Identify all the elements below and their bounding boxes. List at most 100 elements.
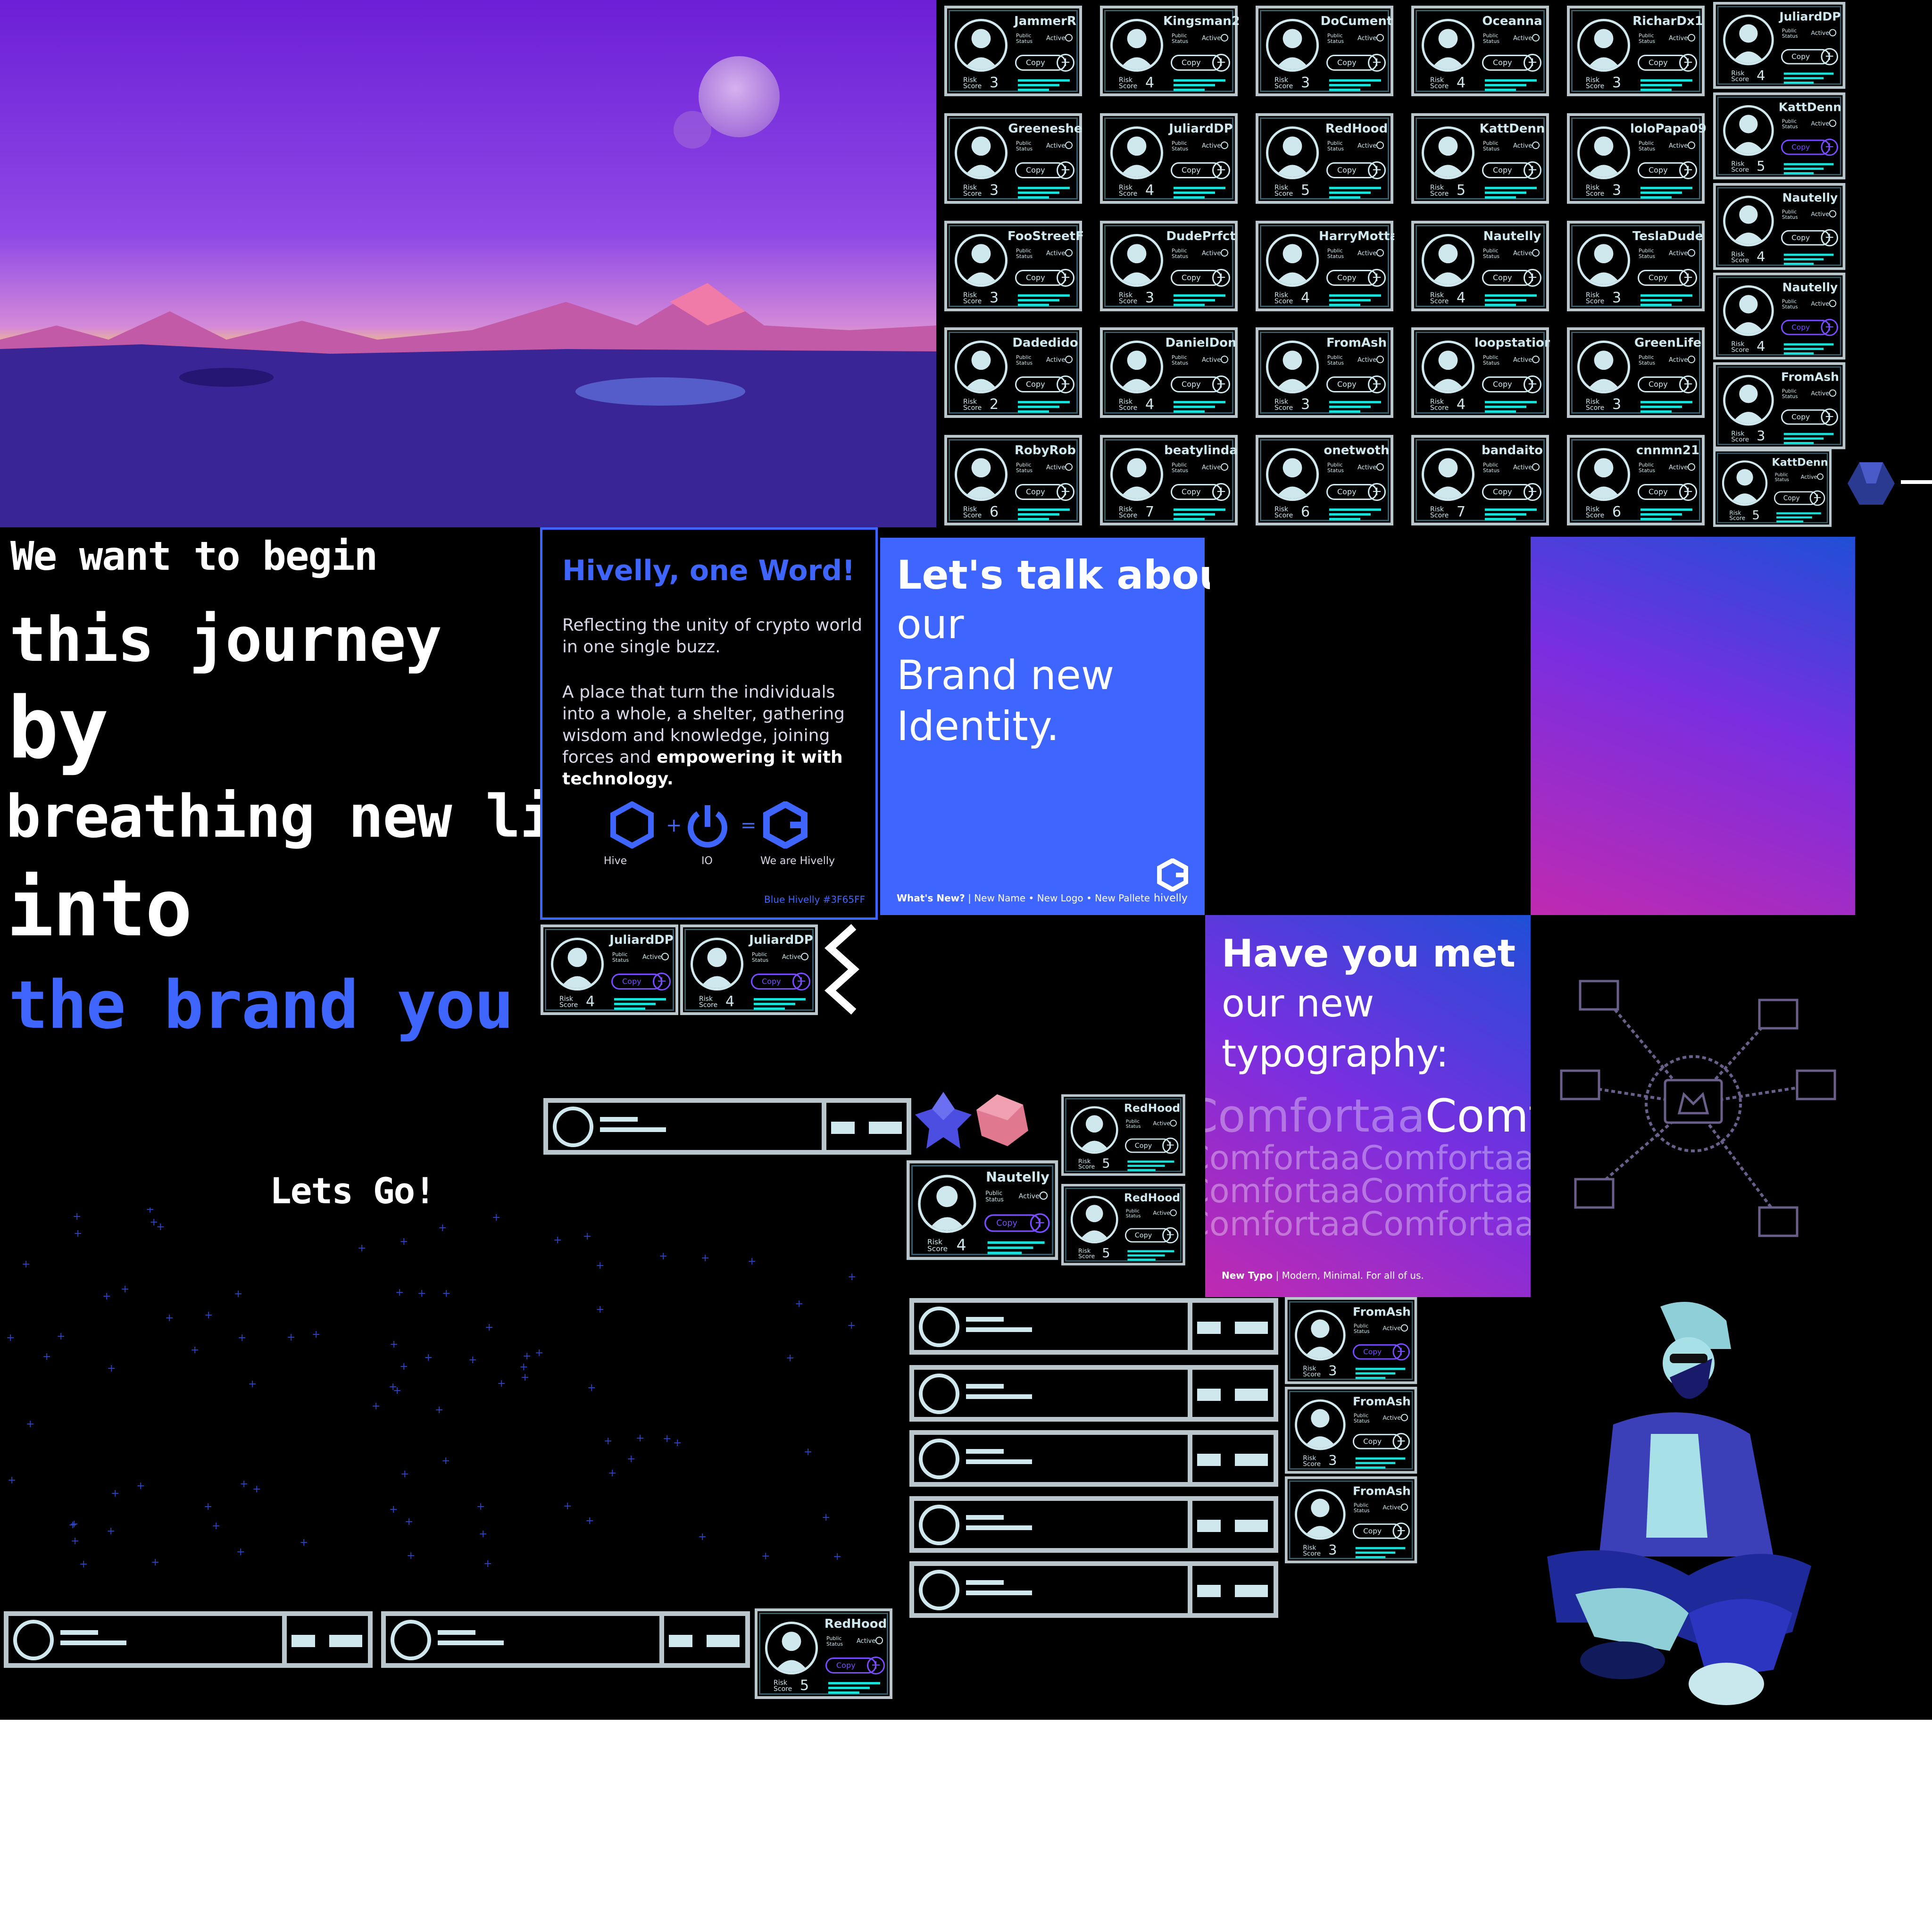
info-icon[interactable] — [1829, 389, 1837, 397]
add-icon[interactable]: + — [1821, 138, 1838, 156]
profile-card[interactable]: Nautelly Public Status Active Copy + Risk… — [1713, 183, 1846, 270]
profile-card[interactable]: RedHood Public Status Active Copy + Risk S… — [1061, 1184, 1185, 1266]
info-icon[interactable] — [1065, 356, 1073, 363]
add-icon[interactable]: + — [1368, 54, 1386, 72]
profile-card[interactable]: onetwoth Public Status Active Copy + Risk… — [1256, 435, 1393, 525]
add-icon[interactable]: + — [1057, 375, 1074, 393]
add-icon[interactable]: + — [1524, 375, 1541, 393]
info-icon[interactable] — [1065, 249, 1073, 257]
info-icon[interactable] — [1376, 249, 1384, 257]
add-icon[interactable]: + — [1821, 408, 1838, 426]
profile-card[interactable]: loopstation Public Status Active Copy + R… — [1411, 327, 1550, 418]
add-icon[interactable]: + — [1392, 1522, 1410, 1540]
profile-card[interactable]: Greeneshe Public Status Active Copy + Ris… — [944, 113, 1083, 204]
info-icon[interactable] — [1532, 463, 1540, 471]
add-icon[interactable]: + — [1162, 1227, 1179, 1243]
profile-card[interactable]: Nautelly Public Status Active Copy + Risk… — [1411, 221, 1549, 311]
info-icon[interactable] — [1532, 34, 1540, 42]
add-icon[interactable]: + — [1212, 483, 1230, 501]
profile-card[interactable]: JammerR Public Status Active Copy + Risk S… — [944, 6, 1082, 96]
add-icon[interactable]: + — [1368, 375, 1386, 393]
info-icon[interactable] — [1170, 1120, 1177, 1127]
profile-card[interactable]: RedHood Public Status Active Copy + Risk S… — [1061, 1094, 1185, 1176]
profile-card[interactable]: RicharDx1 Public Status Active Copy + Ris… — [1567, 6, 1705, 96]
info-icon[interactable] — [1829, 119, 1837, 127]
info-icon[interactable] — [1376, 142, 1384, 149]
profile-card[interactable]: FromAsh Public Status Active Copy + Risk S… — [1285, 1297, 1417, 1384]
info-icon[interactable] — [1065, 463, 1073, 471]
profile-card[interactable]: GreenLife Public Status Active Copy + Ris… — [1567, 327, 1705, 418]
info-icon[interactable] — [1039, 1191, 1048, 1200]
info-icon[interactable] — [1170, 1209, 1177, 1216]
profile-card[interactable]: JuliardDP Public Status Active Copy + Ris… — [541, 924, 678, 1015]
list-row[interactable] — [909, 1365, 1278, 1422]
add-icon[interactable]: + — [1524, 483, 1541, 501]
profile-card[interactable]: loloPapa09 Public Status Active Copy + Ri… — [1567, 113, 1706, 204]
list-row[interactable] — [4, 1611, 373, 1668]
info-icon[interactable] — [1688, 142, 1695, 149]
add-icon[interactable]: + — [1524, 161, 1541, 179]
info-icon[interactable] — [1829, 29, 1837, 36]
info-icon[interactable] — [1221, 463, 1228, 471]
info-icon[interactable] — [1376, 463, 1384, 471]
profile-card[interactable]: FromAsh Public Status Active Copy + Risk S… — [1285, 1387, 1417, 1474]
profile-card[interactable]: JuliardDP Public Status Active Copy + Ris… — [680, 924, 818, 1015]
add-icon[interactable]: + — [1679, 483, 1697, 501]
add-icon[interactable]: + — [1212, 54, 1230, 72]
info-icon[interactable] — [1532, 142, 1540, 149]
profile-card[interactable]: FromAsh Public Status Active Copy + Risk S… — [1285, 1476, 1417, 1564]
list-row[interactable] — [909, 1496, 1278, 1553]
add-icon[interactable]: + — [1212, 161, 1230, 179]
info-icon[interactable] — [1829, 300, 1837, 307]
info-icon[interactable] — [1400, 1324, 1408, 1332]
add-icon[interactable]: + — [1162, 1137, 1179, 1154]
list-row[interactable] — [909, 1298, 1278, 1355]
info-icon[interactable] — [875, 1637, 883, 1644]
info-icon[interactable] — [1688, 34, 1695, 42]
profile-card[interactable]: DanielDon Public Status Active Copy + Ris… — [1100, 327, 1238, 418]
profile-card[interactable]: RedHood Public Status Active Copy + Risk S… — [1256, 113, 1393, 204]
add-icon[interactable]: + — [792, 973, 810, 991]
add-icon[interactable]: + — [1821, 229, 1838, 247]
add-icon[interactable]: + — [1212, 375, 1230, 393]
add-icon[interactable]: + — [1679, 161, 1697, 179]
info-icon[interactable] — [661, 953, 669, 960]
info-icon[interactable] — [1065, 142, 1073, 149]
profile-card[interactable]: KattDenn Public Status Active Copy + Risk… — [1713, 92, 1846, 180]
info-icon[interactable] — [1688, 249, 1695, 257]
profile-card[interactable]: FromAsh Public Status Active Copy + Risk S… — [1256, 327, 1393, 418]
add-icon[interactable]: + — [1212, 269, 1230, 287]
profile-card[interactable]: HarryMotta Public Status Active Copy + Ri… — [1256, 221, 1394, 311]
info-icon[interactable] — [1817, 473, 1824, 480]
profile-card[interactable]: Kingsman2 Public Status Active Copy + Ris… — [1100, 6, 1239, 96]
list-row[interactable] — [909, 1430, 1278, 1487]
info-icon[interactable] — [1532, 356, 1540, 363]
info-icon[interactable] — [1065, 34, 1073, 42]
info-icon[interactable] — [1221, 34, 1228, 42]
info-icon[interactable] — [1221, 249, 1228, 257]
add-icon[interactable]: + — [1368, 161, 1386, 179]
info-icon[interactable] — [1221, 142, 1228, 149]
add-icon[interactable]: + — [1030, 1213, 1050, 1233]
profile-card[interactable]: cnnmn21 Public Status Active Copy + Risk S… — [1567, 435, 1705, 525]
add-icon[interactable]: + — [1057, 161, 1074, 179]
profile-card[interactable]: DoCument Public Status Active Copy + Risk… — [1256, 6, 1393, 96]
add-icon[interactable]: + — [1524, 269, 1541, 287]
profile-card[interactable]: KattDenn Public Status Active Copy + Risk… — [1411, 113, 1549, 204]
profile-card[interactable]: Nautelly Public Status Active Copy + Risk… — [907, 1160, 1058, 1260]
add-icon[interactable]: + — [1392, 1343, 1410, 1361]
profile-card[interactable]: Oceanna Public Status Active Copy + Risk S… — [1411, 6, 1549, 96]
profile-card[interactable]: JuliardDP Public Status Active Copy + Ris… — [1100, 113, 1238, 204]
profile-card[interactable]: DudePrfct Public Status Active Copy + Ris… — [1100, 221, 1238, 311]
add-icon[interactable]: + — [1821, 318, 1838, 336]
info-icon[interactable] — [1400, 1503, 1408, 1511]
add-icon[interactable]: + — [1057, 54, 1074, 72]
profile-card[interactable]: FromAsh Public Status Active Copy + Risk S… — [1713, 362, 1846, 450]
profile-card[interactable]: beatylinda Public Status Active Copy + Ri… — [1100, 435, 1238, 525]
list-row[interactable] — [909, 1561, 1278, 1618]
profile-card[interactable]: TeslaDude Public Status Active Copy + Ris… — [1567, 221, 1705, 311]
add-icon[interactable]: + — [1679, 54, 1697, 72]
profile-card[interactable]: Dadedido Public Status Active Copy + Risk… — [944, 327, 1082, 418]
add-icon[interactable]: + — [653, 973, 671, 991]
add-icon[interactable]: + — [1057, 483, 1074, 501]
